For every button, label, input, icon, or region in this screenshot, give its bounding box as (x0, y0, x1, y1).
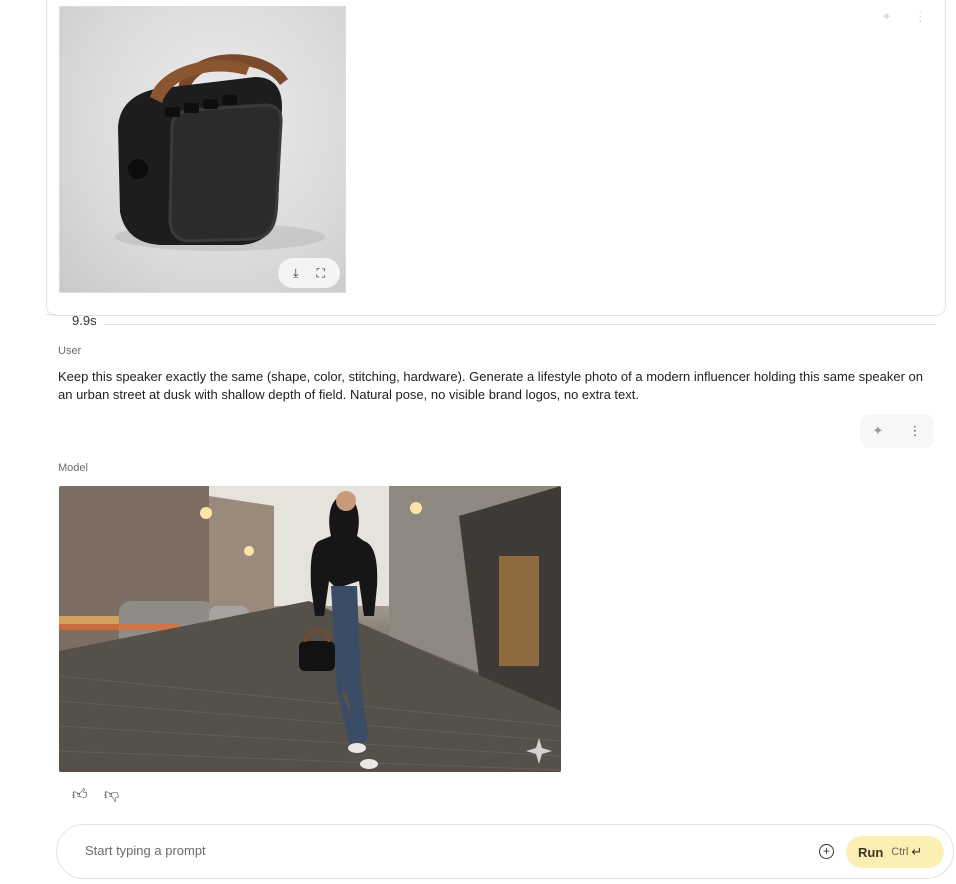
divider-right (104, 324, 936, 325)
run-shortcut: Ctrl (891, 846, 909, 858)
street-scene-illustration (59, 486, 561, 772)
chat-page: ✦ ⋮ ⤓ ⛶ 9.9s User Keep this speaker exac… (0, 0, 956, 884)
more-vert-icon[interactable]: ⋮ (914, 9, 927, 25)
speaker-illustration (115, 54, 325, 251)
sparkle-icon[interactable]: ✦ (873, 423, 884, 439)
image-toolbar: ⤓ ⛶ (278, 258, 340, 288)
fullscreen-icon[interactable]: ⛶ (317, 266, 325, 281)
model-role-label: Model (58, 462, 88, 474)
enter-icon: ↵ (911, 844, 923, 859)
add-media-icon[interactable]: + (819, 844, 834, 859)
user-message-actions: ✦ ⋮ (860, 414, 934, 448)
card-actions: ✦ ⋮ (881, 9, 927, 25)
user-message-text: Keep this speaker exactly the same (shap… (58, 369, 923, 402)
lifestyle-photo[interactable] (59, 486, 561, 772)
timing-divider: 9.9s (46, 310, 936, 330)
thumbs-up-icon[interactable]: 👍︎ (72, 786, 88, 804)
thumbs-down-icon[interactable]: 👎︎ (104, 786, 119, 804)
generation-time: 9.9s (72, 313, 97, 328)
sparkle-icon[interactable]: ✦ (881, 9, 892, 25)
divider-left (46, 314, 56, 315)
prompt-input[interactable] (85, 843, 785, 858)
user-role-label: User (58, 345, 82, 357)
speaker-product-image[interactable] (59, 6, 346, 293)
more-vert-icon[interactable]: ⋮ (908, 423, 921, 439)
prompt-bar: + Run Ctrl ↵ (56, 824, 954, 879)
download-icon[interactable]: ⤓ (293, 266, 298, 281)
run-button[interactable]: Run Ctrl ↵ (846, 836, 944, 868)
run-label: Run (858, 844, 884, 860)
